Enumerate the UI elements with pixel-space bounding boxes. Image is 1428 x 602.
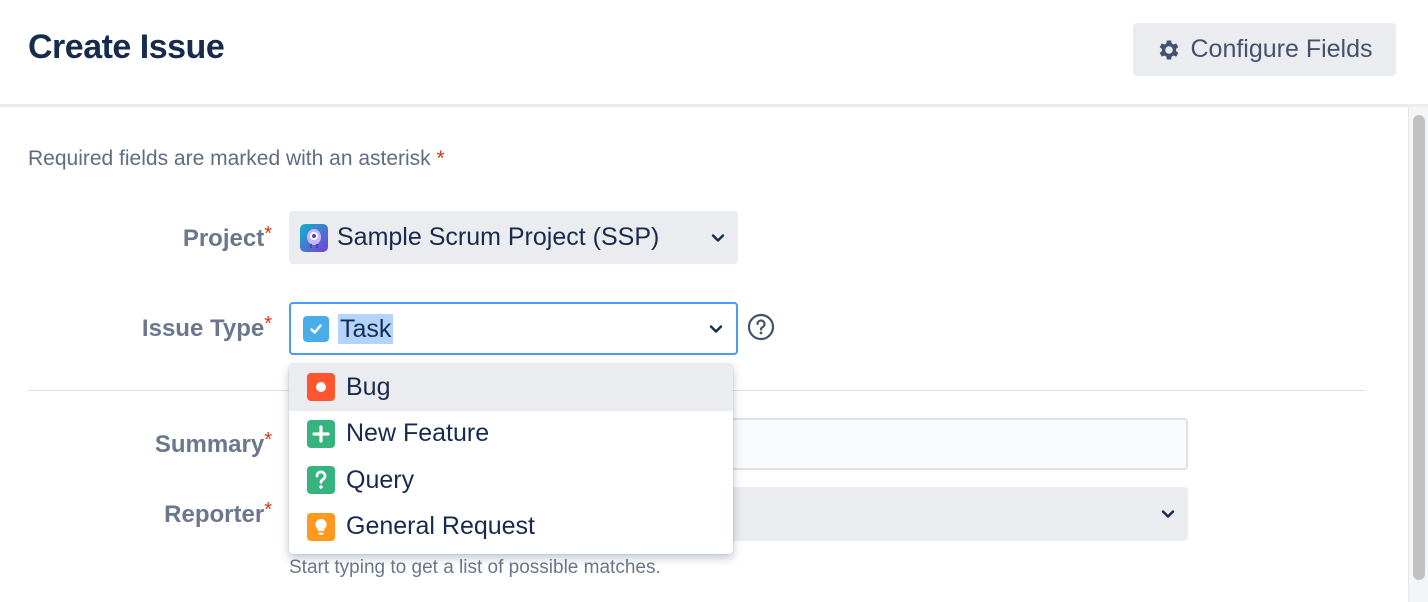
configure-fields-label: Configure Fields — [1190, 35, 1373, 63]
project-label-text: Project — [182, 225, 265, 252]
project-avatar-icon — [300, 223, 328, 252]
reporter-label-text: Reporter — [164, 501, 265, 528]
dropdown-option-label: New Feature — [346, 419, 490, 448]
summary-input[interactable] — [718, 418, 1188, 470]
issue-type-label: Issue Type* — [0, 313, 272, 343]
issue-type-dropdown: Bug New Feature Query General Request — [289, 364, 733, 554]
task-icon — [303, 315, 329, 342]
general-request-icon — [307, 512, 335, 541]
required-asterisk: * — [436, 147, 445, 170]
scrollbar[interactable] — [1408, 107, 1428, 602]
summary-label-text: Summary — [154, 431, 265, 458]
chevron-down-icon — [709, 324, 723, 333]
scrollbar-thumb[interactable] — [1413, 115, 1425, 580]
required-note-text: Required fields are marked with an aster… — [28, 147, 431, 170]
chevron-down-icon — [1161, 510, 1175, 518]
query-icon — [307, 466, 335, 495]
configure-fields-button[interactable]: Configure Fields — [1133, 23, 1396, 76]
new-feature-icon — [307, 419, 335, 448]
issue-type-select[interactable]: Task — [289, 302, 738, 355]
dropdown-option-label: Query — [346, 465, 415, 494]
issue-type-label-text: Issue Type — [141, 315, 265, 342]
project-select-value: Sample Scrum Project (SSP) — [337, 223, 660, 251]
dropdown-option-bug[interactable]: Bug — [289, 364, 733, 411]
chevron-down-icon — [711, 233, 725, 242]
required-fields-note: Required fields are marked with an aster… — [28, 147, 445, 171]
issue-type-select-value: Task — [338, 313, 394, 344]
required-asterisk: * — [264, 313, 272, 335]
required-asterisk: * — [264, 429, 272, 451]
reporter-label: Reporter* — [0, 499, 272, 529]
gear-icon — [1160, 39, 1179, 60]
project-label: Project* — [0, 223, 272, 253]
reporter-select[interactable] — [718, 487, 1188, 541]
dropdown-option-new-feature[interactable]: New Feature — [289, 411, 733, 458]
help-icon[interactable] — [747, 313, 775, 341]
required-asterisk: * — [264, 223, 272, 245]
reporter-hint: Start typing to get a list of possible m… — [289, 557, 661, 578]
bug-icon — [307, 373, 335, 402]
dialog-title: Create Issue — [28, 28, 225, 66]
dropdown-option-label: General Request — [346, 512, 536, 541]
dropdown-option-label: Bug — [346, 372, 391, 401]
dropdown-option-general-request[interactable]: General Request — [289, 504, 733, 551]
required-asterisk: * — [264, 499, 272, 521]
summary-label: Summary* — [0, 429, 272, 459]
dropdown-option-query[interactable]: Query — [289, 457, 733, 504]
project-select[interactable]: Sample Scrum Project (SSP) — [289, 211, 738, 264]
dialog-header: Create Issue Configure Fields — [0, 0, 1428, 107]
